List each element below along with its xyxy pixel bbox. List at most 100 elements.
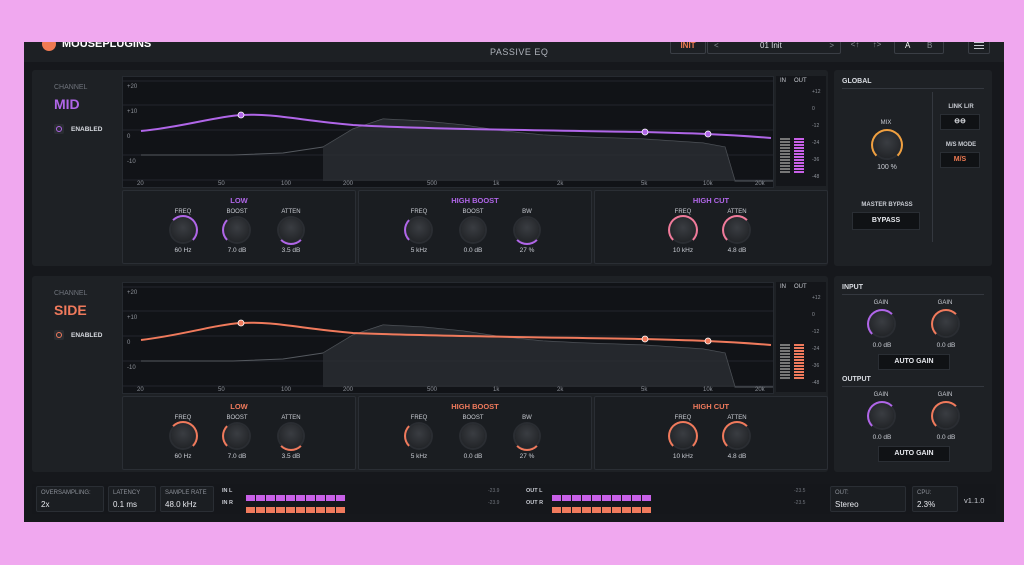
freq-tick: 100	[281, 181, 292, 187]
redo-button[interactable]: ↑>	[868, 42, 886, 52]
hb-boost-knob[interactable]	[461, 218, 485, 242]
knob-value: 10 kHz	[672, 247, 694, 254]
knob-value: 5 kHz	[410, 247, 428, 254]
hb-bw-knob[interactable]	[512, 218, 542, 245]
init-button[interactable]: INIT	[670, 42, 706, 54]
low-boost-control: BOOST 7.0 dB	[217, 415, 257, 460]
sample-rate-display: SAMPLE RATE 48.0 kHz	[160, 486, 214, 512]
hb-freq-knob[interactable]	[404, 421, 431, 451]
channel-name: SIDE	[54, 302, 87, 318]
oversampling-selector[interactable]: OVERSAMPLING: 2x	[36, 486, 104, 512]
in-l-meter	[246, 488, 346, 501]
low-freq-knob[interactable]	[168, 215, 198, 245]
band-title: LOW	[230, 196, 248, 205]
low-atten-control: ATTEN 3.5 dB	[271, 415, 311, 460]
enabled-toggle[interactable]: ENABLED	[54, 124, 102, 134]
channel-label: CHANNEL	[54, 290, 88, 297]
product-subtitle: PASSIVE EQ	[490, 47, 549, 57]
meter-tick: 0	[812, 312, 815, 318]
output-gain-right-knob[interactable]	[931, 401, 961, 431]
output-gain-left-knob[interactable]	[867, 401, 897, 431]
low-boost-knob[interactable]	[222, 215, 249, 245]
knob-value: 4.8 dB	[727, 453, 747, 460]
band-title: HIGH CUT	[692, 196, 730, 205]
meter-tick: -12	[812, 123, 820, 129]
input-auto-gain-button[interactable]: AUTO GAIN	[878, 354, 950, 370]
link-lr-button[interactable]: ⊖⊖	[940, 114, 980, 130]
divider	[932, 92, 933, 242]
hb-boost-knob[interactable]	[461, 424, 485, 448]
undo-button[interactable]: <↑	[846, 42, 864, 52]
db-tick: +20	[127, 84, 138, 90]
eq-graph[interactable]: +20 +10 0 -10 20 50 100 200 500 1k 2k 5k…	[122, 282, 774, 394]
a-button[interactable]: A	[905, 42, 910, 50]
freq-tick: 200	[343, 387, 354, 393]
stat-label: CPU:	[917, 490, 932, 496]
knob-value: 10 kHz	[672, 453, 694, 460]
meter-tick: -36	[812, 157, 820, 163]
plugin-window: MOUSEPLUGINS PASSIVE EQ INIT < 01 Init >…	[24, 42, 1004, 522]
b-button[interactable]: B	[927, 42, 932, 50]
hb-boost-control: BOOST 0.0 dB	[453, 209, 493, 254]
low-atten-knob[interactable]	[276, 218, 306, 245]
meter-tick: -24	[812, 346, 820, 352]
freq-tick: 5k	[641, 387, 648, 393]
output-auto-gain-button[interactable]: AUTO GAIN	[878, 446, 950, 462]
ms-mode-label: M/S MODE	[945, 142, 977, 148]
low-atten-knob[interactable]	[276, 424, 306, 451]
hb-bw-knob[interactable]	[512, 424, 542, 451]
in-l-value: -23.9	[488, 488, 500, 494]
stat-value: 2x	[41, 500, 50, 509]
knob-value: 60 Hz	[174, 247, 192, 254]
bypass-button[interactable]: BYPASS	[852, 212, 920, 230]
output-gain-label: GAIN	[873, 392, 889, 398]
hb-bw-control: BW 27 %	[507, 415, 547, 460]
low-boost-knob[interactable]	[222, 421, 249, 451]
channel-label: CHANNEL	[54, 84, 88, 91]
level-meters: IN OUT +12 0 -12 -24 -36 -48	[776, 76, 826, 186]
in-l-label: IN L	[222, 488, 233, 494]
db-tick: 0	[127, 134, 131, 140]
low-freq-knob[interactable]	[168, 421, 198, 451]
menu-button[interactable]	[968, 42, 990, 54]
high-boost-band: HIGH BOOST FREQ 5 kHz BOOST 0.0 dB BW 27 %	[358, 190, 592, 264]
mouse-logo-icon	[42, 42, 56, 51]
freq-tick: 500	[427, 181, 438, 187]
freq-tick: 2k	[557, 181, 564, 187]
in-r-meter	[246, 500, 346, 513]
hc-atten-knob[interactable]	[722, 421, 752, 451]
version-label: v1.1.0	[964, 496, 985, 505]
eq-graph[interactable]: +20 +10 0 -10 20 50 100 200 500 1k 2k 5k…	[122, 76, 774, 188]
stat-label: LATENCY	[113, 490, 141, 496]
freq-tick: 2k	[557, 387, 564, 393]
stat-label: OVERSAMPLING:	[41, 490, 91, 496]
stat-value: 0.1 ms	[113, 500, 138, 509]
mix-knob[interactable]	[871, 129, 903, 161]
io-panel: INPUT GAIN 0.0 dB GAIN 0.0 dB AUTO GAIN …	[834, 276, 992, 472]
hb-freq-knob[interactable]	[404, 215, 431, 245]
hc-atten-control: ATTEN 4.8 dB	[717, 415, 757, 460]
low-band: LOW FREQ 60 Hz BOOST 7.0 dB ATTEN 3.5 dB	[122, 396, 356, 470]
input-meter-bar	[780, 344, 790, 380]
output-mode-selector[interactable]: OUT: Stereo	[830, 486, 906, 512]
low-band: LOW FREQ 60 Hz BOOST 7.0 dB ATTEN 3.5 dB	[122, 190, 356, 264]
preset-prev-button[interactable]: <	[714, 42, 719, 50]
stat-label: SAMPLE RATE	[165, 490, 207, 496]
meter-scale: +12 0 -12 -24 -36 -48	[812, 84, 820, 186]
hc-freq-knob[interactable]	[668, 215, 698, 245]
input-gain-right-knob[interactable]	[931, 309, 961, 339]
preset-next-button[interactable]: >	[829, 42, 834, 50]
knob-value: 5 kHz	[410, 453, 428, 460]
enabled-toggle[interactable]: ENABLED	[54, 330, 102, 340]
ms-mode-button[interactable]: M/S	[940, 152, 980, 168]
meter-tick: -12	[812, 329, 820, 335]
hc-freq-knob[interactable]	[668, 421, 698, 451]
db-tick: -10	[127, 159, 136, 165]
meter-tick: -36	[812, 363, 820, 369]
output-gain-right-value: 0.0 dB	[936, 434, 956, 441]
hamburger-icon	[974, 42, 984, 43]
hc-atten-knob[interactable]	[722, 215, 752, 245]
input-gain-left-knob[interactable]	[867, 309, 897, 339]
preset-selector[interactable]: < 01 Init >	[707, 42, 841, 54]
knob-value: 7.0 dB	[227, 453, 247, 460]
